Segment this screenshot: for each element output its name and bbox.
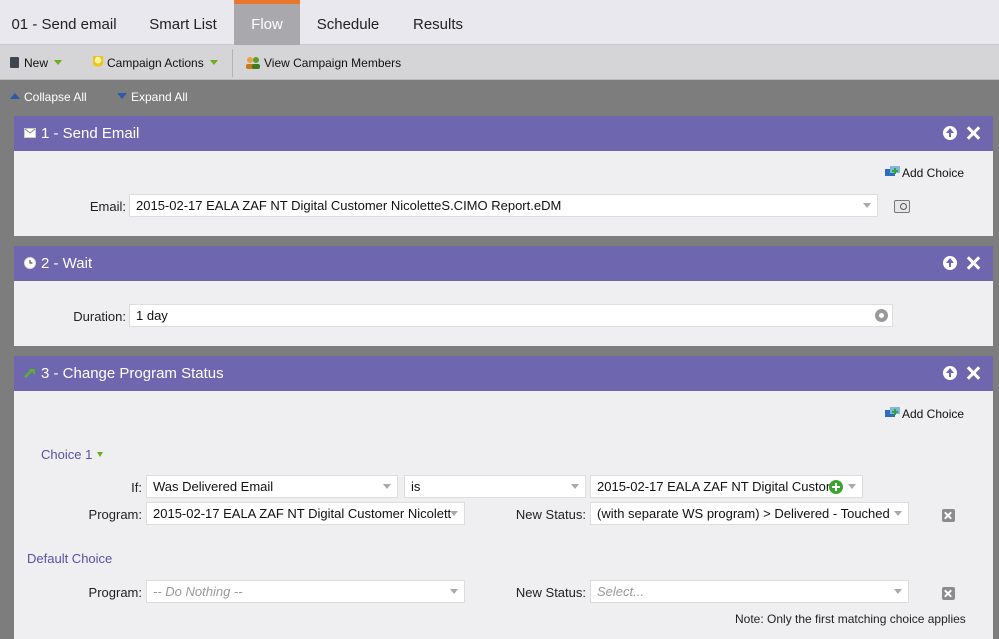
- tab-smart-list[interactable]: Smart List: [134, 0, 232, 45]
- chevron-down-icon: [54, 59, 63, 65]
- new-label: New: [24, 56, 49, 70]
- add-value-icon[interactable]: [829, 480, 843, 494]
- preview-icon[interactable]: [894, 200, 910, 213]
- flow-step-change-program-status: 3 - Change Program Status Add Choice Cho…: [14, 356, 993, 639]
- chevron-down-icon: [894, 511, 902, 516]
- add-choice-button[interactable]: Add Choice: [885, 407, 964, 421]
- expand-all-link[interactable]: Expand All: [117, 90, 188, 104]
- move-up-icon[interactable]: [943, 126, 957, 140]
- email-icon: [24, 127, 36, 138]
- if-operator-value: is: [411, 479, 421, 494]
- if-field-select[interactable]: Was Delivered Email: [146, 475, 398, 498]
- add-choice-label: Add Choice: [902, 407, 965, 421]
- move-up-icon[interactable]: [943, 366, 957, 380]
- default-program-label: Program:: [88, 585, 142, 600]
- chevron-down-icon: [450, 589, 458, 594]
- lightbulb-icon: [93, 56, 103, 69]
- expand-all-label: Expand All: [131, 90, 188, 104]
- new-icon: [10, 57, 19, 69]
- toolbar-divider: [232, 49, 233, 77]
- program-select[interactable]: 2015-02-17 EALA ZAF NT Digital Customer …: [146, 502, 465, 525]
- view-campaign-members-button[interactable]: View Campaign Members: [245, 45, 401, 80]
- chevron-down-icon: [209, 59, 218, 65]
- close-icon[interactable]: [966, 256, 980, 270]
- default-choice-label: Default Choice: [27, 551, 113, 566]
- duration-value: 1 day: [136, 308, 168, 323]
- status-arrow-icon: [24, 368, 35, 378]
- if-label: If:: [131, 480, 142, 495]
- tab-results[interactable]: Results: [400, 0, 476, 45]
- chevron-down-icon: [383, 484, 391, 489]
- new-status-label: New Status:: [515, 507, 586, 522]
- new-status-value: (with separate WS program) > Delivered -…: [597, 506, 890, 521]
- program-label: Program:: [88, 507, 142, 522]
- view-campaign-members-label: View Campaign Members: [264, 56, 402, 70]
- step-title: 3 - Change Program Status: [41, 365, 224, 382]
- choice-1-toggle[interactable]: Choice 1: [41, 447, 104, 462]
- chevron-down-icon: [894, 589, 902, 594]
- chevron-down-icon: [848, 484, 856, 489]
- tab-send-email[interactable]: 01 - Send email: [0, 0, 128, 45]
- expand-icon: [117, 93, 127, 100]
- add-choice-icon: [885, 407, 900, 418]
- default-new-status-placeholder: Select...: [597, 584, 644, 599]
- add-choice-button[interactable]: Add Choice: [885, 166, 964, 180]
- email-label: Email:: [89, 199, 126, 214]
- chevron-down-icon: [97, 451, 104, 457]
- if-value-text: 2015-02-17 EALA ZAF NT Digital Custom: [597, 479, 837, 494]
- if-field-value: Was Delivered Email: [153, 479, 274, 494]
- move-up-icon[interactable]: [943, 256, 957, 270]
- step-header: 3 - Change Program Status: [14, 356, 993, 391]
- flow-step-send-email: 1 - Send Email Add Choice Email: 2015-02…: [14, 116, 993, 236]
- delete-default-choice-icon[interactable]: [942, 587, 955, 600]
- campaign-actions-label: Campaign Actions: [107, 56, 204, 70]
- add-choice-label: Add Choice: [902, 166, 965, 180]
- default-program-placeholder: -- Do Nothing --: [153, 584, 243, 599]
- new-status-select[interactable]: (with separate WS program) > Delivered -…: [590, 502, 909, 525]
- campaign-actions-button[interactable]: Campaign Actions: [93, 45, 218, 80]
- delete-choice-icon[interactable]: [942, 509, 955, 522]
- step-header: 2 - Wait: [14, 246, 993, 281]
- collapse-all-label: Collapse All: [24, 90, 87, 104]
- collapse-icon: [10, 93, 20, 100]
- email-value: 2015-02-17 EALA ZAF NT Digital Customer …: [136, 198, 562, 213]
- clock-icon: [24, 256, 36, 269]
- choice-1-label: Choice 1: [41, 447, 93, 462]
- duration-input[interactable]: 1 day: [129, 304, 893, 327]
- if-value-select[interactable]: 2015-02-17 EALA ZAF NT Digital Custom: [590, 475, 863, 498]
- default-new-status-label: New Status:: [515, 585, 586, 600]
- program-value: 2015-02-17 EALA ZAF NT Digital Customer …: [153, 506, 452, 521]
- step-title: 2 - Wait: [41, 255, 93, 272]
- duration-label: Duration:: [73, 309, 126, 324]
- default-program-select[interactable]: -- Do Nothing --: [146, 580, 465, 603]
- chevron-down-icon: [571, 484, 579, 489]
- members-icon: [246, 56, 260, 69]
- step-title: 1 - Send Email: [41, 125, 140, 142]
- default-new-status-select[interactable]: Select...: [590, 580, 909, 603]
- collapse-expand-bar: Collapse All Expand All: [0, 80, 999, 116]
- tab-bar: 01 - Send email Smart List Flow Schedule…: [0, 0, 999, 45]
- gear-icon[interactable]: [875, 309, 888, 322]
- step-header: 1 - Send Email: [14, 116, 993, 151]
- collapse-all-link[interactable]: Collapse All: [10, 90, 87, 104]
- close-icon[interactable]: [966, 126, 980, 140]
- close-icon[interactable]: [966, 366, 980, 380]
- tab-flow[interactable]: Flow: [234, 0, 300, 45]
- chevron-down-icon: [863, 203, 871, 208]
- add-choice-icon: [885, 166, 900, 177]
- chevron-down-icon: [450, 511, 458, 516]
- tab-schedule[interactable]: Schedule: [304, 0, 392, 45]
- first-match-note: Note: Only the first matching choice app…: [735, 612, 966, 626]
- if-operator-select[interactable]: is: [404, 475, 586, 498]
- email-select[interactable]: 2015-02-17 EALA ZAF NT Digital Customer …: [129, 194, 878, 217]
- new-button[interactable]: New: [10, 45, 63, 80]
- flow-step-wait: 2 - Wait Duration: 1 day: [14, 246, 993, 346]
- toolbar: New Campaign Actions View Campaign Membe…: [0, 45, 999, 80]
